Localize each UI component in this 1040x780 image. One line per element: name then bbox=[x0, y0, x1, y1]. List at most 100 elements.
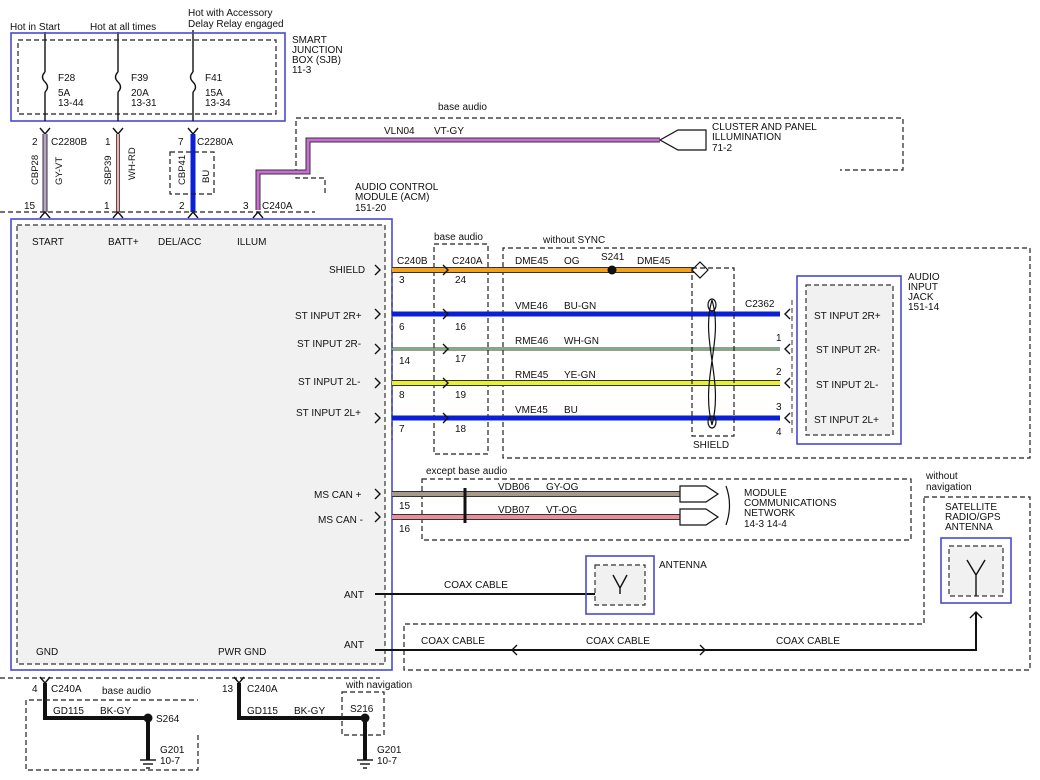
jack-pin-4: 4 bbox=[776, 427, 782, 438]
wire-vme45-color: BU bbox=[564, 405, 578, 416]
pin-c2280a-7: 7 bbox=[178, 137, 184, 148]
ground-g201-1-icon bbox=[140, 759, 156, 769]
can-bracket bbox=[725, 485, 731, 526]
acm-label-pwrgnd: PWR GND bbox=[218, 647, 266, 658]
ground-g201-2-ref: 10-7 bbox=[377, 756, 397, 767]
pin-acm-15: 15 bbox=[24, 201, 36, 212]
pin-chevron bbox=[187, 210, 199, 219]
pin-arrow bbox=[784, 377, 791, 389]
pin-chevron bbox=[252, 210, 264, 219]
pin-acm-1: 1 bbox=[104, 201, 110, 212]
acm-label-st2lm: ST INPUT 2L- bbox=[298, 377, 360, 388]
wire-dme45-circuit: DME45 bbox=[515, 256, 549, 267]
wire-vme46-circuit: VME46 bbox=[515, 301, 548, 312]
can-option-box bbox=[421, 478, 912, 541]
wire-vdb06-color: GY-OG bbox=[546, 482, 579, 493]
jack-ref: 151-14 bbox=[908, 302, 940, 313]
wire-cbp41-color: BU bbox=[201, 170, 212, 183]
pin-a-18: 18 bbox=[455, 424, 467, 435]
wire-sbp39-circuit: SBP39 bbox=[103, 155, 114, 185]
acm-label-ant2: ANT bbox=[344, 640, 364, 651]
fuse-f39: F39 20A 13-31 bbox=[114, 71, 157, 109]
conn-c240a-gnd1: C240A bbox=[51, 684, 82, 695]
pin-gnd-13: 13 bbox=[222, 684, 234, 695]
connector-chevron bbox=[112, 127, 124, 136]
acm-label-shield: SHIELD bbox=[329, 265, 365, 276]
wire-vln04-color: VT-GY bbox=[434, 126, 464, 137]
pin-acm-2: 2 bbox=[179, 201, 185, 212]
fuse-f41: F41 15A 13-34 bbox=[189, 71, 231, 109]
jack-label-2: ST INPUT 2R- bbox=[816, 345, 880, 356]
pin-can-15: 15 bbox=[399, 501, 411, 512]
fuse-f39-name: F39 bbox=[131, 73, 149, 84]
acm-pin-start: START bbox=[32, 237, 64, 248]
splice-s264: S264 bbox=[156, 714, 180, 725]
wire-gd115-2-circuit: GD115 bbox=[247, 706, 278, 717]
connector-chevron bbox=[187, 127, 199, 136]
wire-rme46-circuit: RME46 bbox=[515, 336, 549, 347]
acm-label-mscanp: MS CAN + bbox=[314, 490, 362, 501]
jack-pin-3: 3 bbox=[776, 402, 782, 413]
acm-title-2: MODULE (ACM) bbox=[355, 192, 429, 203]
without-sync-box bbox=[502, 247, 1031, 459]
jack-label-3: ST INPUT 2L- bbox=[816, 380, 878, 391]
wiring-diagram-page: Hot in Start Hot at all times Hot with A… bbox=[0, 0, 1040, 780]
pin-a-19: 19 bbox=[455, 390, 467, 401]
fuse-f39-symbol bbox=[114, 71, 122, 93]
can-connector-1 bbox=[679, 485, 720, 503]
illum-dest-ref: 71-2 bbox=[712, 143, 732, 154]
wire-gd115-2-color: BK-GY bbox=[294, 706, 325, 717]
wire-rme46-color: WH-GN bbox=[564, 336, 599, 347]
pin-can-16: 16 bbox=[399, 524, 411, 535]
sat-title-3: ANTENNA bbox=[945, 522, 993, 533]
pin-b-6: 6 bbox=[399, 322, 405, 333]
wire-cbp41-circuit: CBP41 bbox=[177, 155, 188, 185]
jack-pin-1: 1 bbox=[776, 333, 782, 344]
wire-vme45-circuit: VME45 bbox=[515, 405, 548, 416]
pin-chevron bbox=[233, 676, 245, 685]
fuse-f28: F28 5A 13-44 bbox=[41, 71, 84, 109]
label-hot-at-all-times: Hot at all times bbox=[90, 22, 156, 33]
ground-base-audio: base audio bbox=[102, 686, 151, 697]
audio-base-audio: base audio bbox=[434, 232, 483, 243]
wire-vln04-circuit: VLN04 bbox=[384, 126, 415, 137]
coax-label-3: COAX CABLE bbox=[586, 636, 650, 647]
shield-twist bbox=[708, 299, 716, 426]
coax-label-4: COAX CABLE bbox=[776, 636, 840, 647]
audio-without-sync: without SYNC bbox=[542, 235, 605, 246]
antenna-label: ANTENNA bbox=[659, 560, 707, 571]
shield-diamond bbox=[691, 261, 709, 279]
antenna-inner bbox=[594, 564, 646, 606]
pin-a-24: 24 bbox=[455, 275, 467, 286]
ground-with-navigation: with navigation bbox=[345, 680, 412, 691]
ground-g201-1: G201 bbox=[160, 745, 185, 756]
jack-inner bbox=[805, 284, 894, 436]
pin-b-14: 14 bbox=[399, 356, 411, 367]
acm-label-ant1: ANT bbox=[344, 590, 364, 601]
label-hot-accessory-2: Delay Relay engaged bbox=[188, 19, 284, 30]
fuse-f41-name: F41 bbox=[205, 73, 223, 84]
wire-rme45-circuit: RME45 bbox=[515, 370, 549, 381]
pin-arrow bbox=[784, 343, 791, 355]
splice-s241: S241 bbox=[601, 252, 625, 263]
ground-g201-2-icon bbox=[357, 759, 373, 769]
conn-c240b: C240B bbox=[397, 256, 428, 267]
acm-label-st2lp: ST INPUT 2L+ bbox=[296, 408, 361, 419]
splice-s241-dot bbox=[607, 265, 617, 275]
fuse-f39-ref: 13-31 bbox=[131, 98, 157, 109]
label-hot-in-start: Hot in Start bbox=[10, 22, 60, 33]
label-hot-accessory-1: Hot with Accessory bbox=[188, 8, 272, 19]
illum-base-audio: base audio bbox=[438, 102, 487, 113]
wire-vln04 bbox=[256, 138, 660, 210]
pin-arrow bbox=[784, 412, 791, 424]
coax-label-1: COAX CABLE bbox=[444, 580, 508, 591]
pin-chevron bbox=[112, 210, 124, 219]
can-connector-2 bbox=[679, 508, 720, 526]
illum-dest-2: ILLUMINATION bbox=[712, 132, 781, 143]
jack-label-1: ST INPUT 2R+ bbox=[814, 311, 881, 322]
acm-label-st2rp: ST INPUT 2R+ bbox=[295, 311, 362, 322]
pin-gnd-4: 4 bbox=[32, 684, 38, 695]
wire-vme46-color: BU-GN bbox=[564, 301, 596, 312]
shield-label: SHIELD bbox=[693, 440, 729, 451]
conn-c2280a: C2280A bbox=[197, 137, 233, 148]
